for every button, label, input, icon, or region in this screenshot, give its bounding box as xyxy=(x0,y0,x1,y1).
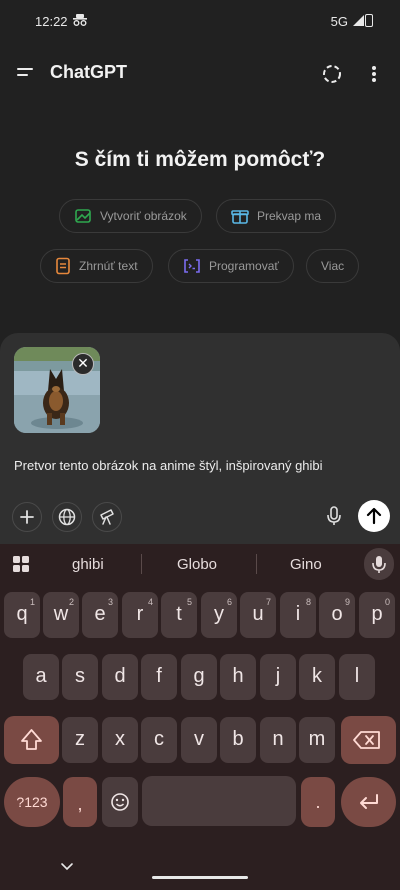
divider xyxy=(256,554,257,574)
key-y[interactable]: y6 xyxy=(201,592,237,638)
suggestion-3[interactable]: Gino xyxy=(290,556,322,573)
shift-icon xyxy=(21,729,42,750)
key-f[interactable]: f xyxy=(141,654,177,700)
emoji-icon xyxy=(111,793,129,811)
chip-surprise-me[interactable]: Prekvap ma xyxy=(216,199,337,233)
battery-icon xyxy=(365,14,373,27)
arrow-up-icon xyxy=(366,507,382,525)
incognito-icon xyxy=(73,14,87,26)
key-o[interactable]: o9 xyxy=(319,592,355,638)
symbols-key[interactable]: ?123 xyxy=(4,777,60,827)
chip-label: Zhrnúť text xyxy=(79,259,138,273)
temporary-chat-icon[interactable] xyxy=(320,62,344,86)
voice-input-button[interactable] xyxy=(320,502,348,530)
image-icon xyxy=(75,209,91,223)
message-input[interactable]: Pretvor tento obrázok na anime štýl, inš… xyxy=(14,458,323,473)
key-m[interactable]: m xyxy=(299,717,335,763)
key-n[interactable]: n xyxy=(260,717,296,763)
key-r[interactable]: r4 xyxy=(122,592,158,638)
suggestion-2[interactable]: Globo xyxy=(177,556,217,573)
page-title: S čím ti môžem pomôcť? xyxy=(74,148,326,171)
chevron-down-icon[interactable] xyxy=(60,862,74,872)
chip-code[interactable]: Programovať xyxy=(168,249,294,283)
key-i[interactable]: i8 xyxy=(280,592,316,638)
gift-icon xyxy=(231,210,249,224)
shift-key[interactable] xyxy=(4,716,59,764)
menu-button[interactable] xyxy=(14,60,40,86)
send-button[interactable] xyxy=(358,500,390,532)
suggestion-1[interactable]: ghibi xyxy=(72,556,104,573)
comma-key[interactable]: , xyxy=(63,777,97,827)
signal-icon xyxy=(353,15,364,26)
status-bar: 12:22 5G xyxy=(0,0,400,40)
emoji-key[interactable] xyxy=(102,777,138,827)
chip-create-image[interactable]: Vytvoriť obrázok xyxy=(59,199,202,233)
key-q[interactable]: q1 xyxy=(4,592,40,638)
key-z[interactable]: z xyxy=(62,717,98,763)
key-g[interactable]: g xyxy=(181,654,217,700)
key-s[interactable]: s xyxy=(62,654,98,700)
key-d[interactable]: d xyxy=(102,654,138,700)
key-t[interactable]: t5 xyxy=(161,592,197,638)
telescope-icon xyxy=(100,509,114,525)
remove-attachment-button[interactable]: ✕ xyxy=(72,353,94,375)
key-u[interactable]: u7 xyxy=(240,592,276,638)
explore-tools-button[interactable] xyxy=(92,502,122,532)
network-type: 5G xyxy=(330,14,348,29)
enter-key[interactable] xyxy=(341,777,396,827)
key-c[interactable]: c xyxy=(141,717,177,763)
globe-icon xyxy=(58,508,76,526)
key-h[interactable]: h xyxy=(220,654,256,700)
home-indicator[interactable] xyxy=(152,876,248,879)
key-p[interactable]: p0 xyxy=(359,592,395,638)
chip-label: Viac xyxy=(321,259,345,273)
backspace-key[interactable] xyxy=(341,716,396,764)
web-search-button[interactable] xyxy=(52,502,82,532)
chip-label: Programovať xyxy=(209,259,279,273)
code-icon xyxy=(184,259,200,273)
microphone-icon xyxy=(372,556,386,573)
key-j[interactable]: j xyxy=(260,654,296,700)
period-key[interactable]: . xyxy=(301,777,335,827)
key-v[interactable]: v xyxy=(181,717,217,763)
document-icon xyxy=(56,257,70,275)
key-e[interactable]: e3 xyxy=(82,592,118,638)
keyboard-voice-button[interactable] xyxy=(364,548,394,580)
microphone-icon xyxy=(327,506,341,525)
add-attachment-button[interactable] xyxy=(12,502,42,532)
enter-icon xyxy=(360,794,378,809)
key-a[interactable]: a xyxy=(23,654,59,700)
more-options-button[interactable] xyxy=(366,62,382,86)
key-x[interactable]: x xyxy=(102,717,138,763)
menu-icon xyxy=(17,68,33,70)
chip-label: Vytvoriť obrázok xyxy=(100,209,187,223)
plus-icon xyxy=(20,510,34,524)
apps-grid-icon[interactable] xyxy=(12,555,30,573)
key-w[interactable]: w2 xyxy=(43,592,79,638)
divider xyxy=(141,554,142,574)
key-k[interactable]: k xyxy=(299,654,335,700)
app-title: ChatGPT xyxy=(50,62,128,82)
space-key[interactable] xyxy=(142,776,296,826)
chip-summarize-text[interactable]: Zhrnúť text xyxy=(40,249,153,283)
chip-label: Prekvap ma xyxy=(257,209,322,223)
status-time: 12:22 xyxy=(35,14,68,29)
key-l[interactable]: l xyxy=(339,654,375,700)
chip-more[interactable]: Viac xyxy=(306,249,360,283)
key-b[interactable]: b xyxy=(220,717,256,763)
backspace-icon xyxy=(353,731,380,749)
